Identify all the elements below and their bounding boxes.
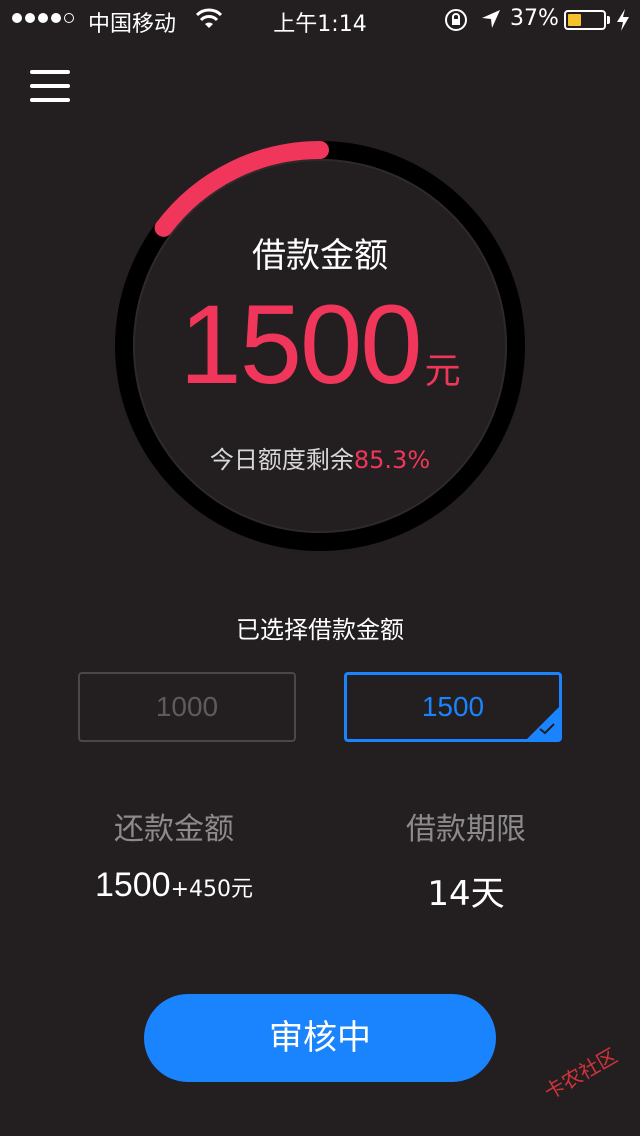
menu-icon[interactable] [30, 70, 70, 102]
loan-term-value: 14天 [427, 874, 505, 914]
amount-option-1500-label: 1500 [421, 691, 485, 722]
orientation-lock-icon [445, 9, 467, 31]
repayment-interest: +450元 [170, 877, 254, 902]
repayment-amount-value: 1500+450元 [44, 866, 304, 905]
remaining-quota-value: 85.3% [353, 446, 431, 474]
status-bar: 中国移动 上午1:14 37% [0, 0, 640, 40]
remaining-quota: 今日额度剩余85.3% [0, 440, 640, 475]
loan-amount-unit: 元 [424, 351, 461, 392]
watermark: 卡农社区 [540, 1043, 622, 1105]
location-icon [482, 10, 500, 28]
repayment-amount-label: 还款金额 [114, 812, 234, 847]
amount-option-1000[interactable]: 1000 [78, 672, 296, 742]
charging-icon [617, 9, 629, 31]
loan-amount-title: 借款金额 [252, 236, 388, 276]
amount-option-1500[interactable]: 1500 [344, 672, 562, 742]
check-icon [539, 723, 555, 735]
battery-icon [564, 10, 606, 30]
review-status-button[interactable]: 审核中 [144, 994, 496, 1082]
selected-amount-label: 已选择借款金额 [236, 616, 404, 644]
loan-term-label: 借款期限 [406, 812, 526, 847]
loan-amount: 1500 元 [0, 280, 640, 409]
repayment-principal: 1500 [94, 866, 171, 904]
battery-percent: 37% [510, 6, 559, 31]
loan-amount-value: 1500 [179, 282, 422, 407]
remaining-quota-label: 今日额度剩余 [209, 446, 354, 474]
battery-level [568, 14, 581, 26]
